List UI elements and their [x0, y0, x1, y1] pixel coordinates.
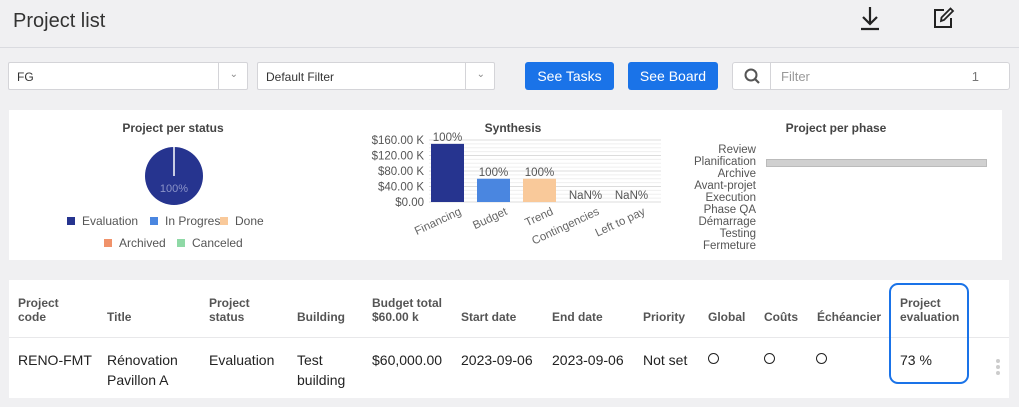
phase-bar-planification [766, 159, 987, 167]
page-header: Project list [0, 0, 1019, 48]
phase-label: Review [718, 144, 756, 156]
col-header-project-status[interactable]: Project status [209, 296, 250, 324]
col-header-end-date[interactable]: End date [552, 310, 603, 324]
legend-label: Canceled [192, 236, 243, 250]
cell-priority: Not set [643, 352, 688, 368]
phase-label: Démarrage [698, 216, 756, 228]
phase-chart-title: Project per phase [785, 121, 887, 135]
col-header-building[interactable]: Building [297, 310, 345, 324]
legend-label: Evaluation [82, 214, 139, 228]
chevron-down-icon[interactable]: ⌄ [230, 69, 238, 80]
cell-building: Test building [297, 352, 346, 388]
x-category-label: Budget [471, 206, 510, 233]
toolbar: FG ⌄ Default Filter ⌄ See Tasks See Boar… [0, 49, 1019, 101]
y-tick-label: $80.00 K [378, 166, 424, 178]
y-tick-label: $0.00 [395, 197, 424, 209]
bar-data-label: NaN% [569, 190, 602, 202]
pie-data-label: 100% [160, 183, 188, 195]
legend-swatch [104, 239, 112, 247]
header-divider [9, 337, 1009, 338]
y-tick-label: $160.00 K [372, 135, 425, 147]
bar [523, 178, 556, 202]
filter-select[interactable]: Default Filter ⌄ [257, 62, 495, 90]
project-select-value: FG [17, 70, 34, 84]
status-chart-title: Project per status [122, 121, 224, 135]
legend-label: Archived [119, 236, 166, 250]
bar-data-label: 100% [479, 167, 508, 179]
col-header-budget[interactable]: Budget total $60.00 k [372, 296, 442, 324]
phase-label: Fermeture [702, 240, 756, 252]
col-header-echeancier[interactable]: Échéancier [817, 310, 881, 324]
legend-item[interactable]: Evaluation [67, 214, 138, 228]
cell-status: Evaluation [209, 352, 275, 368]
project-select[interactable]: FG ⌄ [8, 62, 248, 90]
result-count: 1 [971, 69, 979, 84]
phase-label: Avant-projet [694, 180, 756, 192]
col-header-title[interactable]: Title [107, 310, 131, 324]
filter-select-value: Default Filter [266, 70, 335, 84]
select-divider [465, 63, 466, 89]
search-box: 1 [732, 62, 1010, 90]
phase-label: Testing [719, 228, 756, 240]
projects-table: Project code Title Project status Building… [9, 280, 1009, 398]
echeancier-status-icon [816, 353, 827, 364]
legend-label: In Progress [165, 214, 227, 228]
cell-budget: $60,000.00 [372, 352, 443, 368]
status-pie-chart: 100% [145, 147, 203, 205]
chevron-down-icon[interactable]: ⌄ [477, 69, 485, 80]
bar-data-label: 100% [433, 132, 462, 144]
col-header-global[interactable]: Global [708, 310, 745, 324]
cell-title[interactable]: Rénovation Pavillon A [107, 350, 178, 390]
evaluation-highlight [889, 283, 969, 384]
phase-label: Planification [693, 156, 756, 168]
bar [477, 178, 510, 202]
col-header-start-date[interactable]: Start date [461, 310, 516, 324]
see-tasks-button[interactable]: See Tasks [525, 62, 614, 90]
edit-icon[interactable] [929, 4, 957, 32]
couts-status-icon [764, 353, 775, 364]
filter-input[interactable] [781, 67, 961, 85]
cell-project-code[interactable]: RENO-FMT [18, 350, 92, 370]
select-divider [218, 63, 219, 89]
bar-data-label: 100% [525, 167, 554, 179]
synthesis-bar-chart: $0.00 $40.00 K $80.00 K $120.00 K $160.00 K 1… [372, 132, 661, 248]
search-icon[interactable] [733, 63, 771, 89]
charts-panel: Project per status 100% Evaluation In Pro… [9, 110, 1002, 260]
col-header-project-code[interactable]: Project code [18, 296, 59, 324]
bar [431, 143, 464, 202]
y-tick-label: $40.00 K [378, 182, 424, 194]
legend-label: Done [235, 214, 264, 228]
legend-item[interactable]: Archived [104, 236, 166, 250]
download-icon[interactable] [856, 4, 884, 32]
phase-label: Archive [717, 168, 756, 180]
cell-start-date: 2023-09-06 [461, 352, 533, 368]
legend-item[interactable]: Done [220, 214, 264, 228]
col-header-couts[interactable]: Coûts [764, 310, 798, 324]
x-category-label: Financing [413, 206, 463, 238]
legend-swatch [220, 217, 228, 225]
phase-label: Execution [705, 192, 756, 204]
legend-swatch [67, 217, 75, 225]
phase-label: Phase QA [703, 204, 756, 216]
global-status-icon [708, 353, 719, 364]
legend-item[interactable]: In Progress [150, 214, 226, 228]
legend-swatch [177, 239, 185, 247]
legend-swatch [150, 217, 158, 225]
cell-end-date: 2023-09-06 [552, 352, 624, 368]
x-category-label: Trend [523, 206, 555, 229]
page-title: Project list [13, 10, 106, 32]
y-tick-label: $120.00 K [372, 151, 425, 163]
row-menu-icon[interactable] [996, 359, 1002, 377]
see-board-button[interactable]: See Board [628, 62, 718, 90]
col-header-priority[interactable]: Priority [643, 310, 685, 324]
legend-item[interactable]: Canceled [177, 236, 243, 250]
